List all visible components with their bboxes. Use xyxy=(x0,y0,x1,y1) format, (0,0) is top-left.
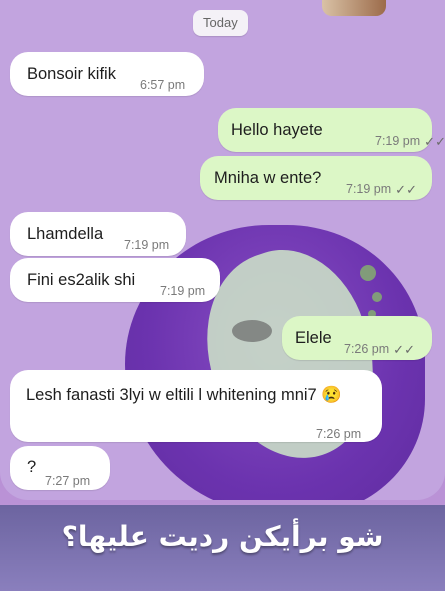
screen: Today Bonsoir kifik 6:57 pm Hello hayete… xyxy=(0,0,445,591)
message-bubble-outgoing[interactable]: Elele 7:26 pm ✓✓ xyxy=(282,316,432,360)
message-time: 7:19 pm xyxy=(375,134,421,148)
wallpaper-dot xyxy=(372,292,382,302)
chat-panel[interactable]: Today Bonsoir kifik 6:57 pm Hello hayete… xyxy=(0,0,445,500)
message-text: Lesh fanasti 3lyi w eltili l whitening m… xyxy=(26,386,342,404)
message-text: Elele xyxy=(295,329,332,347)
message-time: 6:57 pm xyxy=(140,78,186,92)
message-text: ? xyxy=(27,458,37,476)
message-time: 7:27 pm xyxy=(45,474,91,488)
caption-text: شو برأيكن رديت عليها؟ xyxy=(61,520,384,553)
message-text: Lhamdella xyxy=(27,225,104,243)
avatar xyxy=(322,0,386,16)
message-text: Bonsoir kifik xyxy=(27,65,116,83)
message-time-wrap: 7:19 pm ✓✓ xyxy=(375,130,445,153)
message-time: 7:19 pm xyxy=(346,182,392,196)
message-time: 7:26 pm xyxy=(344,342,390,356)
message-bubble-outgoing[interactable]: Mniha w ente? 7:19 pm ✓✓ xyxy=(200,156,432,200)
read-receipt-icon: ✓✓ xyxy=(395,182,417,197)
message-bubble-incoming[interactable]: Bonsoir kifik 6:57 pm xyxy=(10,52,204,96)
message-text: Fini es2alik shi xyxy=(27,271,136,289)
message-time: 7:19 pm xyxy=(124,238,170,252)
date-separator: Today xyxy=(193,10,248,36)
message-text: Mniha w ente? xyxy=(214,169,322,187)
wallpaper-eye xyxy=(232,320,272,342)
message-time: 7:26 pm xyxy=(316,427,362,441)
message-bubble-incoming[interactable]: Fini es2alik shi 7:19 pm xyxy=(10,258,220,302)
wallpaper-dot xyxy=(360,265,376,281)
read-receipt-icon: ✓✓ xyxy=(393,342,415,357)
message-bubble-outgoing[interactable]: Hello hayete 7:19 pm ✓✓ xyxy=(218,108,445,152)
message-bubble-incoming[interactable]: ? 7:27 pm xyxy=(10,446,110,490)
message-time-wrap: 7:19 pm ✓✓ xyxy=(346,178,417,201)
message-text: Hello hayete xyxy=(231,121,323,139)
message-bubble-incoming[interactable]: Lesh fanasti 3lyi w eltili l whitening m… xyxy=(10,370,382,442)
message-bubble-incoming[interactable]: Lhamdella 7:19 pm xyxy=(10,212,186,256)
read-receipt-icon: ✓✓ xyxy=(424,134,445,149)
message-time: 7:19 pm xyxy=(160,284,206,298)
message-time-wrap: 7:26 pm ✓✓ xyxy=(344,338,415,361)
